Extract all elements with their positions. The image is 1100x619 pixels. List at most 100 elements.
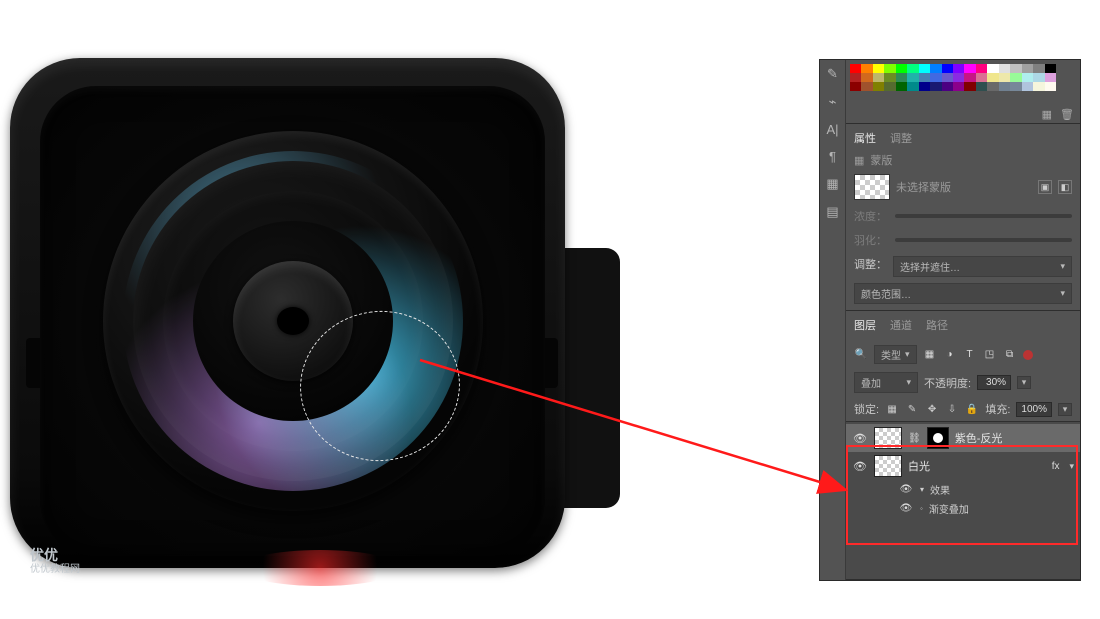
swatch[interactable]: [1022, 64, 1033, 73]
swatch[interactable]: [861, 73, 872, 82]
swatch[interactable]: [861, 64, 872, 73]
filter-shape-icon[interactable]: ◳: [983, 349, 997, 361]
swatch[interactable]: [919, 64, 930, 73]
fx-badge[interactable]: fx: [1052, 461, 1064, 472]
rail-icon[interactable]: ✎: [827, 66, 838, 82]
swatch[interactable]: [1033, 64, 1044, 73]
new-swatch-icon[interactable]: ▦: [1042, 108, 1052, 121]
tab-paths[interactable]: 路径: [926, 317, 948, 333]
layer-name[interactable]: 紫色-反光: [955, 430, 1003, 446]
filter-toggle[interactable]: [1023, 350, 1033, 360]
swatch[interactable]: [873, 64, 884, 73]
rail-icon[interactable]: ▤: [826, 204, 838, 220]
fill-stepper[interactable]: ▾: [1058, 403, 1072, 416]
fx-expand-icon[interactable]: ▾: [1069, 461, 1074, 472]
effects-header[interactable]: 👁 ▾ 效果: [846, 480, 1080, 499]
fill-input[interactable]: 100%: [1016, 402, 1052, 417]
swatches-grid[interactable]: [850, 64, 1056, 91]
effect-item[interactable]: 👁 ◦ 渐变叠加: [846, 499, 1080, 518]
lock-all-icon[interactable]: 🔒: [965, 403, 979, 415]
select-and-mask-button[interactable]: 选择并遮住…▾: [893, 256, 1072, 277]
swatch[interactable]: [850, 82, 861, 91]
swatch[interactable]: [942, 73, 953, 82]
swatch[interactable]: [919, 73, 930, 82]
add-pixel-mask-icon[interactable]: ▣: [1038, 180, 1052, 194]
swatch[interactable]: [987, 82, 998, 91]
layer-thumbnail[interactable]: [874, 455, 902, 477]
swatch[interactable]: [953, 82, 964, 91]
swatch[interactable]: [1045, 82, 1056, 91]
swatch[interactable]: [987, 73, 998, 82]
add-vector-mask-icon[interactable]: ◧: [1058, 180, 1072, 194]
swatch[interactable]: [896, 82, 907, 91]
lock-artboard-icon[interactable]: ⇩: [945, 403, 959, 415]
tab-channels[interactable]: 通道: [890, 317, 912, 333]
filter-adjust-icon[interactable]: ◑: [943, 349, 957, 361]
link-icon[interactable]: ⛓: [908, 433, 921, 444]
swatch[interactable]: [884, 82, 895, 91]
swatch[interactable]: [884, 73, 895, 82]
mask-thumbnail[interactable]: [854, 174, 890, 200]
visibility-toggle[interactable]: 👁: [898, 503, 914, 514]
filter-pixel-icon[interactable]: ▦: [923, 349, 937, 361]
swatch[interactable]: [873, 82, 884, 91]
feather-slider[interactable]: [895, 238, 1072, 242]
swatch[interactable]: [884, 64, 895, 73]
filter-smart-icon[interactable]: ⧉: [1003, 349, 1017, 361]
visibility-toggle[interactable]: 👁: [852, 432, 868, 445]
swatch[interactable]: [1033, 73, 1044, 82]
lock-position-icon[interactable]: ✥: [925, 403, 939, 415]
tab-adjustments[interactable]: 调整: [890, 130, 912, 146]
swatch[interactable]: [850, 73, 861, 82]
rail-icon[interactable]: ▦: [826, 176, 838, 192]
swatch[interactable]: [930, 82, 941, 91]
lock-transparency-icon[interactable]: ▦: [885, 403, 899, 415]
swatch[interactable]: [976, 82, 987, 91]
swatch[interactable]: [1010, 64, 1021, 73]
layer-thumbnail[interactable]: [874, 427, 902, 449]
swatch[interactable]: [987, 64, 998, 73]
visibility-toggle[interactable]: 👁: [852, 460, 868, 473]
lock-image-icon[interactable]: ✎: [905, 403, 919, 415]
swatch[interactable]: [907, 73, 918, 82]
swatch[interactable]: [942, 82, 953, 91]
swatch[interactable]: [976, 73, 987, 82]
swatch[interactable]: [850, 64, 861, 73]
swatch[interactable]: [999, 82, 1010, 91]
rail-icon[interactable]: ⌁: [829, 94, 837, 110]
filter-kind-dropdown[interactable]: 类型▾: [874, 345, 917, 364]
layer-row[interactable]: 👁 白光 fx ▾: [846, 452, 1080, 480]
swatch[interactable]: [896, 73, 907, 82]
swatch[interactable]: [999, 64, 1010, 73]
document-canvas[interactable]: 优优 优优教程网: [0, 48, 620, 588]
swatch[interactable]: [1022, 73, 1033, 82]
delete-swatch-icon[interactable]: 🗑: [1060, 108, 1074, 121]
layer-mask-thumbnail[interactable]: [927, 427, 949, 449]
blend-mode-dropdown[interactable]: 叠加▾: [854, 372, 918, 393]
tab-properties[interactable]: 属性: [854, 130, 876, 146]
swatch[interactable]: [953, 64, 964, 73]
swatch[interactable]: [1045, 64, 1056, 73]
swatch[interactable]: [907, 82, 918, 91]
opacity-input[interactable]: 30%: [977, 375, 1011, 390]
swatch[interactable]: [953, 73, 964, 82]
color-range-button[interactable]: 颜色范围…▾: [854, 283, 1072, 304]
swatch[interactable]: [873, 73, 884, 82]
swatch[interactable]: [1022, 82, 1033, 91]
swatch[interactable]: [861, 82, 872, 91]
swatch[interactable]: [976, 64, 987, 73]
swatch[interactable]: [1033, 82, 1044, 91]
swatch[interactable]: [896, 64, 907, 73]
swatch[interactable]: [942, 64, 953, 73]
swatch[interactable]: [964, 73, 975, 82]
layer-name[interactable]: 白光: [908, 458, 930, 474]
swatch[interactable]: [930, 73, 941, 82]
swatch[interactable]: [1010, 82, 1021, 91]
density-slider[interactable]: [895, 214, 1072, 218]
rail-icon[interactable]: A|: [826, 122, 838, 137]
swatch[interactable]: [964, 64, 975, 73]
filter-type-icon[interactable]: T: [963, 349, 977, 361]
swatch[interactable]: [930, 64, 941, 73]
swatch[interactable]: [907, 64, 918, 73]
visibility-toggle[interactable]: 👁: [898, 484, 914, 495]
